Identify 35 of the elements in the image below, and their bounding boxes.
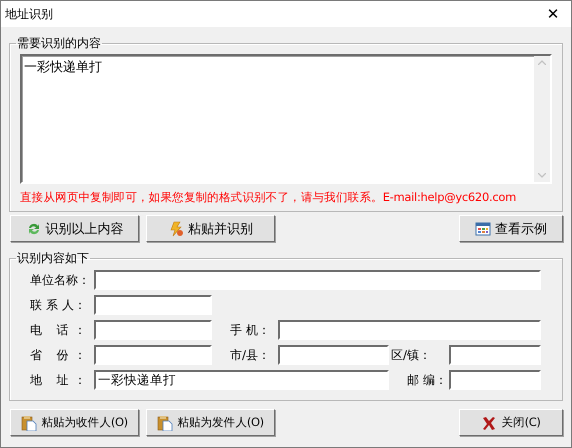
field-label: 联 系 人： xyxy=(30,296,86,314)
window-title: 地址识别 xyxy=(5,6,53,22)
group-title: 识别内容如下 xyxy=(16,250,90,267)
table-icon xyxy=(475,220,491,236)
field-label: 单位名称： xyxy=(30,272,86,288)
field-label: 电 话： xyxy=(30,322,86,338)
group-title: 需要识别的内容 xyxy=(16,35,102,52)
clipboard-icon xyxy=(21,414,38,430)
input-field[interactable] xyxy=(449,370,541,390)
field-label: 邮 编： xyxy=(406,372,448,388)
close-icon xyxy=(481,414,498,430)
action-button[interactable]: 查看示例 xyxy=(459,215,563,242)
input-field[interactable]: 一彩快递单打 xyxy=(94,370,389,390)
footer-button[interactable]: 关闭(C) xyxy=(459,409,563,436)
footer-button[interactable]: 粘贴为收件人(O) xyxy=(10,409,139,436)
field-label: 区/镇： xyxy=(390,346,432,364)
input-field[interactable] xyxy=(94,345,212,365)
input-field[interactable] xyxy=(449,345,541,365)
lightning-icon xyxy=(168,220,184,236)
field-label: 地 址： xyxy=(30,372,86,388)
clipboard-icon xyxy=(157,414,174,430)
close-button[interactable]: ✕ xyxy=(535,1,571,27)
input-field[interactable] xyxy=(94,320,212,340)
content-textarea[interactable]: 一彩快递单打 xyxy=(20,54,552,184)
hint-text: 直接从网页中复制即可，如果您复制的格式识别不了，请与我们联系。E-mail:help@yc620.com xyxy=(20,190,517,205)
field-label: 手 机： xyxy=(229,322,271,338)
footer-button[interactable]: 粘贴为发件人(O) xyxy=(146,409,275,436)
input-field[interactable] xyxy=(94,295,212,315)
input-field[interactable] xyxy=(94,270,541,290)
field-label: 省 份： xyxy=(30,346,86,364)
action-button[interactable]: 粘贴并识别 xyxy=(146,215,275,242)
field-label: 市/县： xyxy=(229,346,272,364)
input-field[interactable] xyxy=(278,320,541,340)
input-field[interactable] xyxy=(278,345,389,365)
action-button[interactable]: 识别以上内容 xyxy=(10,215,139,242)
